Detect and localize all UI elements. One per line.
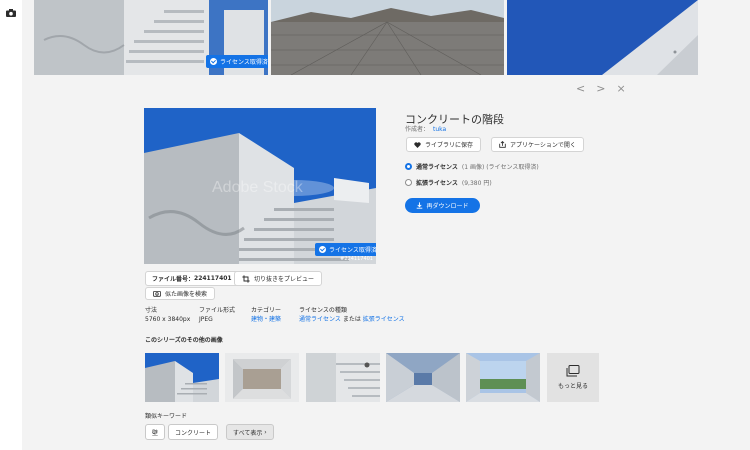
series-thumbnail[interactable] bbox=[145, 353, 219, 402]
radio-unselected[interactable] bbox=[405, 179, 412, 186]
plaza-photo bbox=[271, 0, 504, 75]
save-to-library-button[interactable]: ライブラリに保存 bbox=[406, 137, 482, 152]
download-icon bbox=[417, 202, 423, 209]
meta-category: カテゴリー 建物・建築 bbox=[251, 307, 282, 323]
extended-license-link[interactable]: 拡張ライセンス bbox=[363, 316, 405, 323]
camera-search-icon bbox=[153, 291, 161, 297]
show-all-keywords-button[interactable]: すべて表示 › bbox=[226, 424, 274, 440]
open-in-app-button[interactable]: アプリケーションで開く bbox=[491, 137, 584, 152]
file-number-box: ファイル番号： 224117401 bbox=[145, 271, 239, 286]
license-option-extended[interactable]: 拡張ライセンス (9,380 円) bbox=[405, 178, 492, 187]
stack-icon bbox=[566, 365, 580, 377]
series-photo bbox=[225, 353, 299, 402]
preview-crop-button[interactable]: 切り抜きをプレビュー bbox=[234, 271, 323, 286]
keyword-chip[interactable]: 壁 bbox=[145, 424, 166, 440]
standard-license-link[interactable]: 通常ライセンス bbox=[299, 316, 341, 323]
radio-selected[interactable] bbox=[405, 163, 412, 170]
series-photo bbox=[466, 353, 540, 402]
series-photo bbox=[306, 353, 380, 402]
next-button[interactable]: > bbox=[596, 82, 605, 95]
series-heading: このシリーズのその他の画像 bbox=[145, 337, 223, 344]
detail-nav: < > × bbox=[576, 82, 626, 95]
check-icon bbox=[319, 246, 326, 253]
svg-text:Adobe Stock: Adobe Stock bbox=[212, 179, 304, 196]
series-photo bbox=[145, 353, 219, 402]
camera-icon[interactable] bbox=[6, 9, 16, 17]
meta-size: 寸法 5760 x 3840px bbox=[145, 307, 191, 323]
main-preview-image[interactable]: Adobe Stock ライセンス取得済 #224117401 bbox=[144, 108, 376, 264]
close-button[interactable]: × bbox=[616, 82, 625, 95]
license-badge: ライセンス取得済 bbox=[206, 55, 268, 68]
series-thumbnail[interactable] bbox=[306, 353, 380, 402]
keyword-chip[interactable]: コンクリート bbox=[168, 424, 219, 440]
prev-button[interactable]: < bbox=[576, 82, 585, 95]
series-thumbnail[interactable] bbox=[466, 353, 540, 402]
category-link[interactable]: 建物・建築 bbox=[251, 316, 281, 323]
check-icon bbox=[210, 58, 217, 65]
heart-icon bbox=[414, 141, 421, 148]
result-thumbnail[interactable] bbox=[507, 0, 698, 75]
page: ライセンス取得済 < > × Adobe Stock ライセンス取得済 #224… bbox=[0, 0, 750, 450]
author-line: 作成者： tuka bbox=[405, 126, 447, 133]
sky-wall-photo bbox=[507, 0, 698, 75]
keywords-heading: 類似キーワード bbox=[145, 413, 188, 420]
license-badge: ライセンス取得済 bbox=[315, 243, 376, 256]
left-rail bbox=[0, 0, 22, 450]
crop-icon bbox=[242, 274, 250, 283]
redownload-button[interactable]: 再ダウンロード bbox=[405, 198, 480, 213]
series-thumbnail[interactable] bbox=[225, 353, 299, 402]
series-thumbnail[interactable] bbox=[386, 353, 460, 402]
result-thumbnail[interactable] bbox=[271, 0, 504, 75]
share-icon bbox=[499, 141, 506, 148]
find-similar-button[interactable]: 似た画像を検索 bbox=[145, 287, 216, 300]
author-link[interactable]: tuka bbox=[433, 126, 446, 133]
image-id-watermark: #224117401 bbox=[340, 256, 373, 262]
see-more-button[interactable]: もっと見る bbox=[547, 353, 599, 402]
meta-license-type: ライセンスの種類 通常ライセンス または 拡張ライセンス bbox=[299, 307, 405, 323]
meta-format: ファイル形式 JPEG bbox=[199, 307, 236, 323]
stairs-preview-photo: Adobe Stock bbox=[144, 108, 376, 264]
result-thumbnail[interactable]: ライセンス取得済 bbox=[34, 0, 268, 75]
series-photo bbox=[386, 353, 460, 402]
license-option-standard[interactable]: 通常ライセンス (1 画像) (ライセンス取得済) bbox=[405, 162, 539, 171]
